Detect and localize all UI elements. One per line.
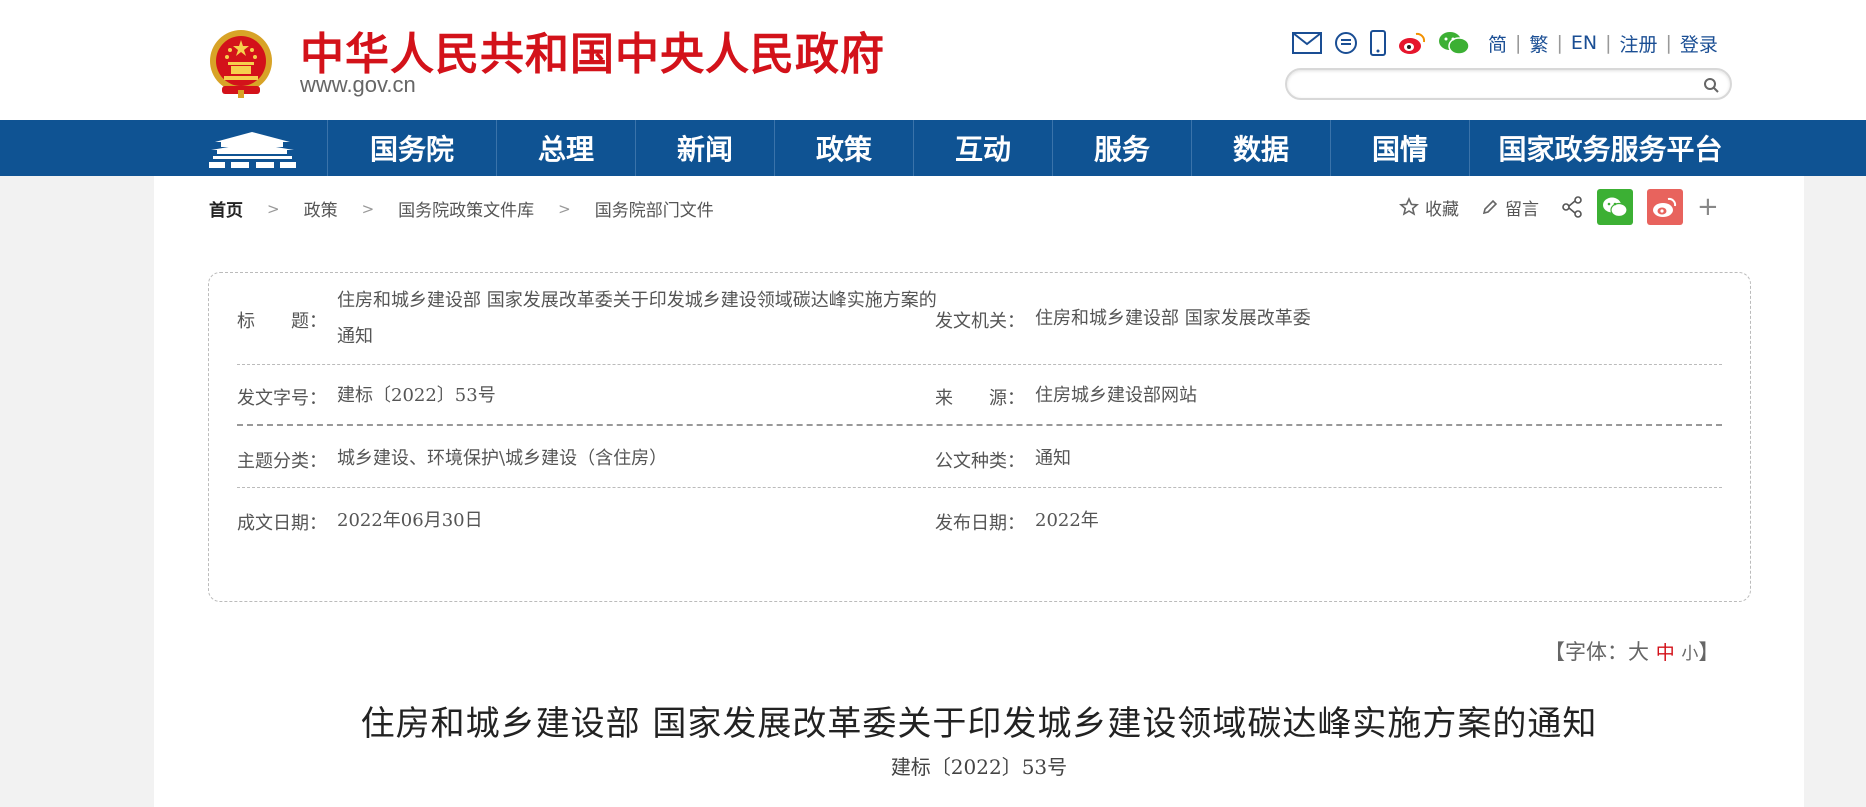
breadcrumb-policy[interactable]: 政策 xyxy=(304,196,338,221)
written-date-label: 成文日期： xyxy=(237,513,327,534)
info-row-dates: 成文日期： 2022年06月30日 发布日期： 2022年 xyxy=(237,488,1722,550)
more-share-button[interactable]: + xyxy=(1697,192,1719,222)
weibo-icon xyxy=(1653,197,1677,217)
docno-label: 发文字号： xyxy=(237,388,327,409)
breadcrumb-department-docs[interactable]: 国务院部门文件 xyxy=(595,196,714,221)
document-info-table: 标 题： 住房和城乡建设部 国家发展改革委关于印发城乡建设领域碳达峰实施方案的通… xyxy=(208,272,1751,602)
wechat-icon[interactable] xyxy=(1438,30,1470,56)
font-size-medium-button[interactable]: 中 xyxy=(1656,642,1675,664)
divider: | xyxy=(1605,32,1612,54)
type-value: 通知 xyxy=(1035,448,1071,469)
mail-icon[interactable] xyxy=(1292,32,1322,54)
nav-item-policy[interactable]: 政策 xyxy=(774,120,913,176)
font-size-switcher: 【字体：大 中 小】 xyxy=(1544,636,1719,666)
search-icon[interactable] xyxy=(1702,76,1720,94)
content-panel: 首页 > 政策 > 国务院政策文件库 > 国务院部门文件 收藏 留言 + 标 题… xyxy=(154,176,1804,807)
main-nav: 国务院 总理 新闻 政策 互动 服务 数据 国情 国家政务服务平台 xyxy=(0,120,1866,176)
tiananmen-icon[interactable] xyxy=(205,128,300,170)
language-links: 简 | 繁 | EN | 注册 | 登录 xyxy=(1488,30,1718,57)
font-size-large-button[interactable]: 大 xyxy=(1628,640,1649,664)
nav-item-premier[interactable]: 总理 xyxy=(496,120,635,176)
site-domain[interactable]: www.gov.cn xyxy=(300,72,416,98)
nav-item-national-info[interactable]: 国情 xyxy=(1330,120,1469,176)
share-icon[interactable] xyxy=(1561,196,1583,218)
pencil-icon xyxy=(1482,199,1498,215)
title-label: 标 题： xyxy=(237,311,327,332)
top-links: 简 | 繁 | EN | 注册 | 登录 xyxy=(1292,26,1718,60)
chevron-right-icon: > xyxy=(267,199,280,218)
font-size-prefix: 【字体： xyxy=(1544,640,1628,664)
breadcrumb-home[interactable]: 首页 xyxy=(209,196,243,221)
breadcrumb: 首页 > 政策 > 国务院政策文件库 > 国务院部门文件 xyxy=(209,196,714,222)
info-row-topic: 主题分类： 城乡建设、环境保护\城乡建设（含住房） 公文种类： 通知 xyxy=(237,426,1722,488)
weibo-icon[interactable] xyxy=(1398,31,1426,55)
chevron-right-icon: > xyxy=(558,199,571,218)
font-size-small-button[interactable]: 小 xyxy=(1681,644,1698,664)
nav-item-state-council[interactable]: 国务院 xyxy=(327,120,496,176)
title-value: 住房和城乡建设部 国家发展改革委关于印发城乡建设领域碳达峰实施方案的通知 xyxy=(337,290,937,347)
chevron-right-icon: > xyxy=(361,199,375,218)
topic-label: 主题分类： xyxy=(237,451,327,472)
publish-date-label: 发布日期： xyxy=(935,513,1025,534)
comment-label: 留言 xyxy=(1505,199,1539,220)
nav-item-services[interactable]: 服务 xyxy=(1052,120,1191,176)
nav-items: 国务院 总理 新闻 政策 互动 服务 数据 国情 国家政务服务平台 xyxy=(327,120,1751,176)
written-date-value: 2022年06月30日 xyxy=(337,510,483,531)
divider: | xyxy=(1665,32,1672,54)
nav-item-service-platform[interactable]: 国家政务服务平台 xyxy=(1469,120,1751,176)
breadcrumb-policy-library[interactable]: 国务院政策文件库 xyxy=(398,196,534,221)
share-weibo-button[interactable] xyxy=(1647,189,1683,225)
site-header: 中华人民共和国中央人民政府 www.gov.cn 简 | 繁 | EN | 注册… xyxy=(0,0,1866,120)
article-tools: 收藏 留言 + xyxy=(1399,189,1719,225)
issuer-value: 住房和城乡建设部 国家发展改革委 xyxy=(1035,308,1311,329)
favorite-button[interactable]: 收藏 xyxy=(1399,195,1459,220)
divider: | xyxy=(1556,32,1563,54)
lang-traditional-link[interactable]: 繁 xyxy=(1529,30,1548,57)
document-number: 建标〔2022〕53号 xyxy=(890,755,1068,779)
national-emblem-icon[interactable] xyxy=(208,28,274,98)
info-row-title: 标 题： 住房和城乡建设部 国家发展改革委关于印发城乡建设领域碳达峰实施方案的通… xyxy=(237,273,1722,365)
source-label: 来 源： xyxy=(935,388,1025,409)
share-wechat-button[interactable] xyxy=(1597,189,1633,225)
search-input[interactable] xyxy=(1301,74,1681,96)
mobile-icon[interactable] xyxy=(1370,30,1386,56)
lang-english-link[interactable]: EN xyxy=(1571,32,1597,54)
comment-button[interactable]: 留言 xyxy=(1481,195,1539,220)
nav-item-news[interactable]: 新闻 xyxy=(635,120,774,176)
nav-item-data[interactable]: 数据 xyxy=(1191,120,1330,176)
message-icon[interactable] xyxy=(1334,31,1358,55)
login-link[interactable]: 登录 xyxy=(1680,30,1718,57)
font-size-suffix: 】 xyxy=(1698,640,1720,664)
nav-item-interaction[interactable]: 互动 xyxy=(913,120,1052,176)
type-label: 公文种类： xyxy=(935,451,1025,472)
search-box xyxy=(1285,68,1732,100)
topic-value: 城乡建设、环境保护\城乡建设（含住房） xyxy=(337,448,668,469)
issuer-label: 发文机关： xyxy=(935,311,1025,332)
star-icon xyxy=(1399,197,1419,216)
source-value: 住房城乡建设部网站 xyxy=(1035,385,1197,406)
register-link[interactable]: 注册 xyxy=(1619,30,1657,57)
info-row-docno: 发文字号： 建标〔2022〕53号 来 源： 住房城乡建设部网站 xyxy=(237,365,1722,426)
publish-date-value: 2022年 xyxy=(1035,510,1099,531)
lang-simplified-link[interactable]: 简 xyxy=(1488,30,1507,57)
divider: | xyxy=(1515,32,1522,54)
document-title: 住房和城乡建设部 国家发展改革委关于印发城乡建设领域碳达峰实施方案的通知 xyxy=(360,704,1598,744)
favorite-label: 收藏 xyxy=(1425,199,1459,220)
docno-value: 建标〔2022〕53号 xyxy=(337,385,496,406)
wechat-icon xyxy=(1603,197,1628,218)
